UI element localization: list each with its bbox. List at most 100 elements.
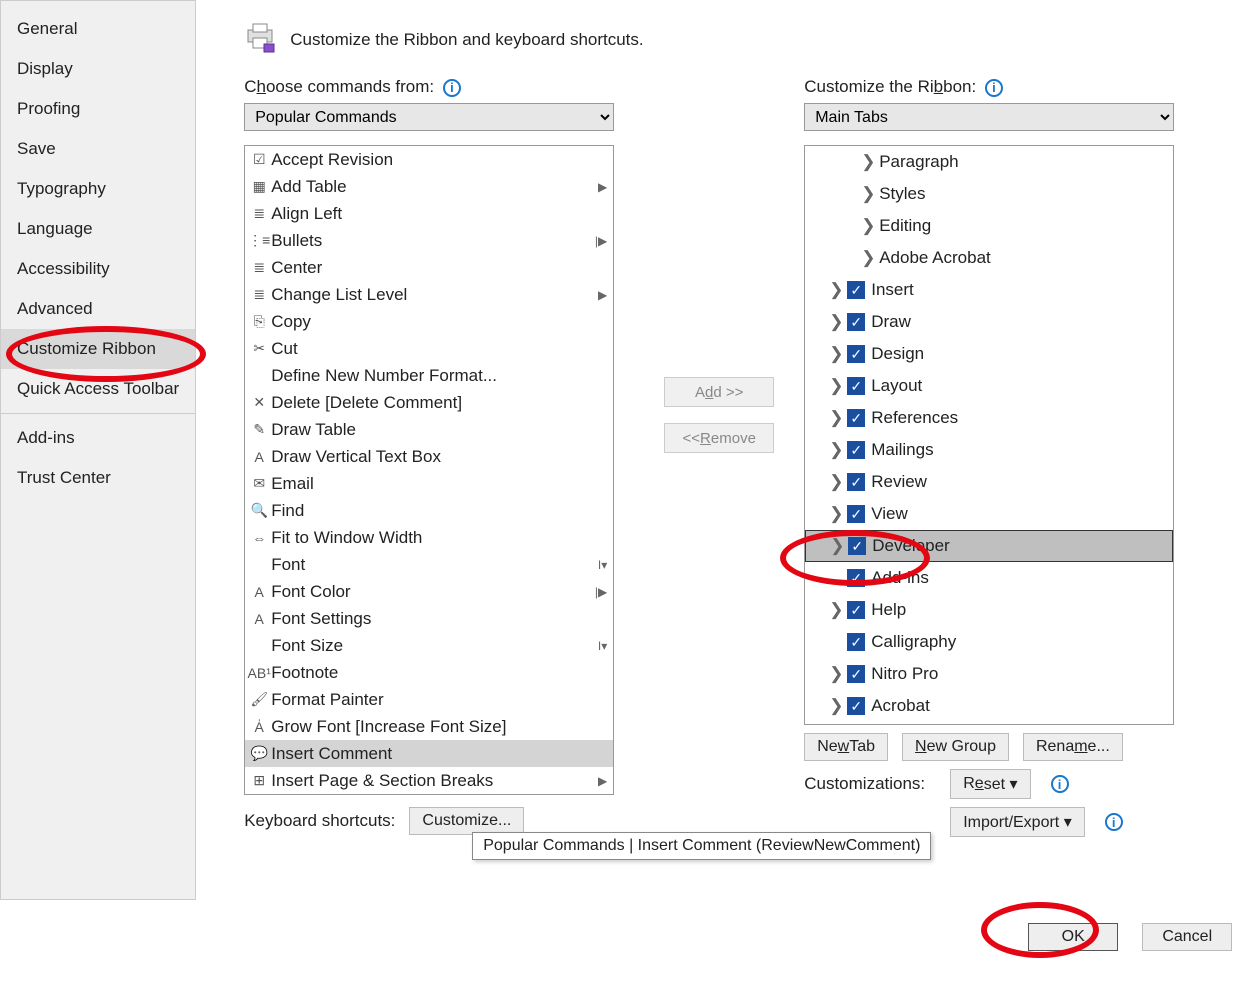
tree-row[interactable]: ❯✓Mailings bbox=[805, 434, 1173, 466]
info-icon[interactable]: i bbox=[1051, 775, 1069, 793]
command-item[interactable]: ✉Email bbox=[245, 470, 613, 497]
tree-row[interactable]: ❯✓Developer bbox=[805, 530, 1173, 562]
command-item[interactable]: 💬Insert Comment bbox=[245, 740, 613, 767]
command-item[interactable]: ≣Center bbox=[245, 254, 613, 281]
sidebar-item[interactable]: Save bbox=[1, 129, 195, 169]
chevron-right-icon[interactable]: ❯ bbox=[829, 600, 847, 620]
remove-button[interactable]: << Remove bbox=[664, 423, 774, 453]
command-item[interactable]: AFont Settings bbox=[245, 605, 613, 632]
chevron-right-icon[interactable]: ❯ bbox=[829, 312, 847, 332]
rename-button[interactable]: Rename... bbox=[1023, 733, 1123, 761]
tree-row[interactable]: ❯✓Insert bbox=[805, 274, 1173, 306]
add-button[interactable]: Add >> bbox=[664, 377, 774, 407]
ok-button[interactable]: OK bbox=[1028, 923, 1118, 951]
command-item[interactable]: ⋮≡Bullets|▶ bbox=[245, 227, 613, 254]
command-item[interactable]: ☑Accept Revision bbox=[245, 146, 613, 173]
new-tab-button[interactable]: New Tab bbox=[804, 733, 888, 761]
sidebar-item[interactable]: Display bbox=[1, 49, 195, 89]
chevron-right-icon[interactable]: ❯ bbox=[829, 472, 847, 492]
chevron-right-icon[interactable]: ❯ bbox=[830, 536, 848, 556]
tree-row[interactable]: ❯Styles bbox=[805, 178, 1173, 210]
import-export-button[interactable]: Import/Export ▾ bbox=[950, 807, 1085, 837]
checkbox[interactable]: ✓ bbox=[847, 505, 865, 523]
checkbox[interactable]: ✓ bbox=[847, 633, 865, 651]
tree-row[interactable]: ❯✓Layout bbox=[805, 370, 1173, 402]
chevron-right-icon[interactable]: ❯ bbox=[829, 344, 847, 364]
tree-row[interactable]: ✓Calligraphy bbox=[805, 626, 1173, 658]
command-item[interactable]: AFont Color|▶ bbox=[245, 578, 613, 605]
tree-row[interactable]: ✓Add-ins bbox=[805, 562, 1173, 594]
sidebar-item[interactable]: Trust Center bbox=[1, 458, 195, 498]
new-group-button[interactable]: New Group bbox=[902, 733, 1009, 761]
chevron-right-icon[interactable]: ❯ bbox=[829, 408, 847, 428]
sidebar-item[interactable]: Language bbox=[1, 209, 195, 249]
chevron-right-icon[interactable]: ❯ bbox=[829, 504, 847, 524]
sidebar-item[interactable]: Proofing bbox=[1, 89, 195, 129]
command-item[interactable]: ✎Draw Table bbox=[245, 416, 613, 443]
chevron-right-icon[interactable]: ❯ bbox=[829, 440, 847, 460]
command-item[interactable]: ⇔Fit to Window Width bbox=[245, 524, 613, 551]
checkbox[interactable]: ✓ bbox=[847, 313, 865, 331]
command-item[interactable]: ≣Change List Level▶ bbox=[245, 281, 613, 308]
checkbox[interactable]: ✓ bbox=[847, 281, 865, 299]
command-item[interactable]: Font SizeI▾ bbox=[245, 632, 613, 659]
checkbox[interactable]: ✓ bbox=[847, 473, 865, 491]
command-item[interactable]: ≣Align Left bbox=[245, 200, 613, 227]
tree-row[interactable]: ❯✓Review bbox=[805, 466, 1173, 498]
command-item[interactable]: 🖌Format Painter bbox=[245, 686, 613, 713]
tree-row[interactable]: ❯✓PDFelement bbox=[805, 722, 1173, 725]
checkbox[interactable]: ✓ bbox=[847, 697, 865, 715]
tree-row[interactable]: ❯✓Nitro Pro bbox=[805, 658, 1173, 690]
sidebar-item[interactable]: Customize Ribbon bbox=[1, 329, 195, 369]
info-icon[interactable]: i bbox=[985, 79, 1003, 97]
command-item[interactable]: ▦Add Table▶ bbox=[245, 173, 613, 200]
chevron-right-icon[interactable]: ❯ bbox=[829, 376, 847, 396]
tree-row[interactable]: ❯Editing bbox=[805, 210, 1173, 242]
tree-row[interactable]: ❯✓Design bbox=[805, 338, 1173, 370]
choose-commands-dropdown[interactable]: Popular Commands bbox=[244, 103, 614, 131]
command-label: Copy bbox=[271, 312, 311, 332]
command-item[interactable]: 🔍Find bbox=[245, 497, 613, 524]
info-icon[interactable]: i bbox=[443, 79, 461, 97]
tree-row[interactable]: ❯✓View bbox=[805, 498, 1173, 530]
customize-ribbon-dropdown[interactable]: Main Tabs bbox=[804, 103, 1174, 131]
command-item[interactable]: ✂Cut bbox=[245, 335, 613, 362]
ribbon-tree[interactable]: ❯Paragraph❯Styles❯Editing❯Adobe Acrobat❯… bbox=[804, 145, 1174, 725]
info-icon[interactable]: i bbox=[1105, 813, 1123, 831]
sidebar-item[interactable]: General bbox=[1, 9, 195, 49]
sidebar-item[interactable]: Typography bbox=[1, 169, 195, 209]
command-item[interactable]: FontI▾ bbox=[245, 551, 613, 578]
command-item[interactable]: ⊞Insert Page & Section Breaks▶ bbox=[245, 767, 613, 794]
checkbox[interactable]: ✓ bbox=[847, 601, 865, 619]
command-item[interactable]: ADraw Vertical Text Box bbox=[245, 443, 613, 470]
chevron-right-icon[interactable]: ❯ bbox=[829, 280, 847, 300]
command-item[interactable]: ⎘Copy bbox=[245, 308, 613, 335]
tree-row[interactable]: ❯✓References bbox=[805, 402, 1173, 434]
tree-row[interactable]: ❯Adobe Acrobat bbox=[805, 242, 1173, 274]
checkbox[interactable]: ✓ bbox=[847, 409, 865, 427]
checkbox[interactable]: ✓ bbox=[847, 441, 865, 459]
cancel-button[interactable]: Cancel bbox=[1142, 923, 1232, 951]
command-item[interactable]: A̍Grow Font [Increase Font Size] bbox=[245, 713, 613, 740]
command-item[interactable]: AB¹Footnote bbox=[245, 659, 613, 686]
checkbox[interactable]: ✓ bbox=[847, 377, 865, 395]
tree-row[interactable]: ❯✓Help bbox=[805, 594, 1173, 626]
sidebar-item[interactable]: Add-ins bbox=[1, 418, 195, 458]
tree-row[interactable]: ❯✓Acrobat bbox=[805, 690, 1173, 722]
checkbox[interactable]: ✓ bbox=[847, 665, 865, 683]
checkbox[interactable]: ✓ bbox=[848, 537, 866, 555]
chevron-right-icon[interactable]: ❯ bbox=[829, 696, 847, 716]
tree-row[interactable]: ❯✓Draw bbox=[805, 306, 1173, 338]
sidebar-item[interactable]: Accessibility bbox=[1, 249, 195, 289]
checkbox[interactable]: ✓ bbox=[847, 345, 865, 363]
command-item[interactable]: ✕Delete [Delete Comment] bbox=[245, 389, 613, 416]
chevron-right-icon[interactable]: ❯ bbox=[829, 664, 847, 684]
customize-keyboard-button[interactable]: Customize... bbox=[409, 807, 524, 835]
sidebar-item[interactable]: Quick Access Toolbar bbox=[1, 369, 195, 409]
checkbox[interactable]: ✓ bbox=[847, 569, 865, 587]
tree-row[interactable]: ❯Paragraph bbox=[805, 146, 1173, 178]
command-item[interactable]: Define New Number Format... bbox=[245, 362, 613, 389]
reset-button[interactable]: Reset ▾ bbox=[950, 769, 1030, 799]
sidebar-item[interactable]: Advanced bbox=[1, 289, 195, 329]
commands-listbox[interactable]: ☑Accept Revision▦Add Table▶≣Align Left⋮≡… bbox=[244, 145, 614, 795]
